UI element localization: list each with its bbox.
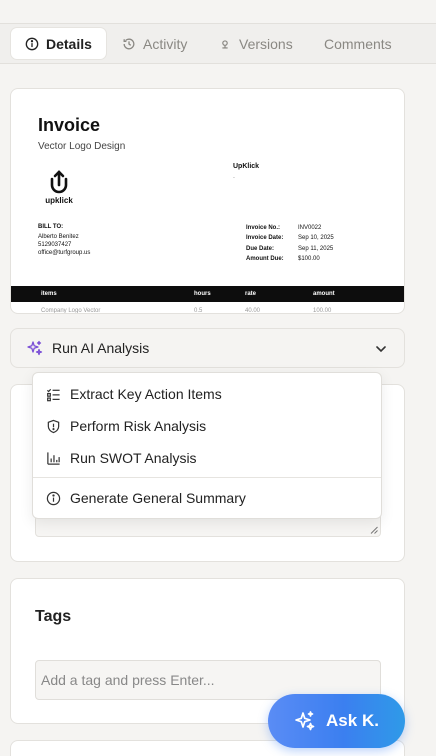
menu-item-perform-risk-analysis[interactable]: Perform Risk Analysis bbox=[33, 410, 381, 442]
resize-handle-icon[interactable] bbox=[370, 526, 378, 534]
meta-row: Invoice Date: Sep 10, 2025 bbox=[246, 233, 334, 243]
meta-value: INV0022 bbox=[298, 225, 322, 231]
bill-to-phone: 5129037427 bbox=[38, 242, 72, 248]
info-icon bbox=[46, 491, 61, 505]
menu-item-label: Run SWOT Analysis bbox=[70, 450, 197, 466]
tags-title: Tags bbox=[35, 608, 72, 625]
run-ai-analysis-button[interactable]: Run AI Analysis bbox=[10, 328, 405, 368]
meta-row: Invoice No.: INV0022 bbox=[246, 223, 334, 233]
ask-k-label: Ask K. bbox=[326, 711, 379, 730]
company-logo: upklick bbox=[41, 169, 77, 205]
run-ai-analysis-label: Run AI Analysis bbox=[52, 340, 150, 356]
meta-key: Invoice Date: bbox=[246, 235, 284, 242]
column-items: items bbox=[41, 291, 57, 297]
bar-chart-icon bbox=[47, 451, 60, 465]
ai-analysis-menu: Extract Key Action Items Perform Risk An… bbox=[32, 372, 382, 519]
bill-to-heading: BILL TO: bbox=[38, 224, 64, 230]
versions-icon bbox=[222, 39, 228, 49]
info-icon bbox=[25, 37, 39, 50]
meta-value: Sep 10, 2025 bbox=[298, 235, 334, 242]
cell-hours: 0.5 bbox=[194, 308, 203, 314]
invoice-subtitle: Vector Logo Design bbox=[38, 141, 126, 152]
column-amount: amount bbox=[313, 291, 335, 297]
checklist-icon bbox=[46, 388, 60, 401]
bill-to: BILL TO: Alberto Benitez 5129037427 offi… bbox=[38, 223, 90, 257]
bill-to-name: Alberto Benitez bbox=[38, 234, 79, 240]
tab-details-label: Details bbox=[46, 35, 92, 52]
sparkles-icon bbox=[27, 340, 43, 356]
invoice-preview[interactable]: Invoice Vector Logo Design upklick UpKli… bbox=[10, 88, 405, 314]
history-icon bbox=[123, 38, 135, 49]
menu-item-extract-key-action-items[interactable]: Extract Key Action Items bbox=[33, 378, 381, 410]
company-line: . bbox=[233, 173, 235, 180]
cell-item: Company Logo Vector bbox=[41, 308, 101, 314]
tab-comments[interactable]: Comments bbox=[310, 28, 406, 59]
cell-rate: 40.00 bbox=[245, 308, 261, 314]
company-name: UpKlick bbox=[233, 163, 260, 170]
tab-versions[interactable]: Versions bbox=[204, 28, 307, 59]
logo-text: upklick bbox=[45, 196, 73, 205]
column-hours: hours bbox=[194, 291, 211, 297]
cell-amount: 100.00 bbox=[313, 308, 332, 314]
tab-comments-label: Comments bbox=[324, 35, 392, 52]
chevron-down-icon[interactable] bbox=[374, 342, 388, 356]
ask-k-button[interactable]: Ask K. bbox=[268, 694, 405, 748]
tab-versions-label: Versions bbox=[239, 35, 293, 52]
meta-value: $100.00 bbox=[298, 255, 320, 262]
shield-icon bbox=[47, 419, 60, 433]
menu-item-generate-general-summary[interactable]: Generate General Summary bbox=[33, 482, 381, 514]
tab-details[interactable]: Details bbox=[11, 28, 106, 59]
meta-key: Amount Due: bbox=[246, 255, 284, 262]
bill-to-email: office@turfgroup.us bbox=[38, 250, 91, 256]
upklick-logo-icon bbox=[50, 170, 68, 194]
meta-row: Amount Due: $100.00 bbox=[246, 254, 334, 264]
sparkles-icon bbox=[295, 711, 315, 731]
invoice-title: Invoice bbox=[38, 115, 101, 135]
menu-item-run-swot-analysis[interactable]: Run SWOT Analysis bbox=[33, 442, 381, 474]
meta-key: Invoice No.: bbox=[246, 225, 281, 231]
items-header: items hours rate amount bbox=[11, 286, 404, 302]
menu-item-label: Generate General Summary bbox=[70, 490, 246, 506]
top-bar bbox=[0, 0, 436, 24]
meta-row: Due Date: Sep 11, 2025 bbox=[246, 244, 334, 254]
menu-item-label: Extract Key Action Items bbox=[70, 386, 222, 402]
menu-item-label: Perform Risk Analysis bbox=[70, 418, 207, 434]
menu-divider bbox=[33, 477, 381, 478]
tab-bar: Details Activity Versions Comments bbox=[0, 24, 436, 64]
meta-key: Due Date: bbox=[246, 245, 275, 252]
invoice-meta: Invoice No.: INV0022 Invoice Date: Sep 10,… bbox=[246, 223, 334, 264]
meta-value: Sep 11, 2025 bbox=[298, 245, 334, 252]
tab-activity[interactable]: Activity bbox=[108, 28, 201, 59]
column-rate: rate bbox=[245, 291, 257, 297]
items-row-partial: Company Logo Vector 0.5 40.00 100.00 bbox=[11, 306, 404, 314]
tab-activity-label: Activity bbox=[143, 35, 188, 52]
